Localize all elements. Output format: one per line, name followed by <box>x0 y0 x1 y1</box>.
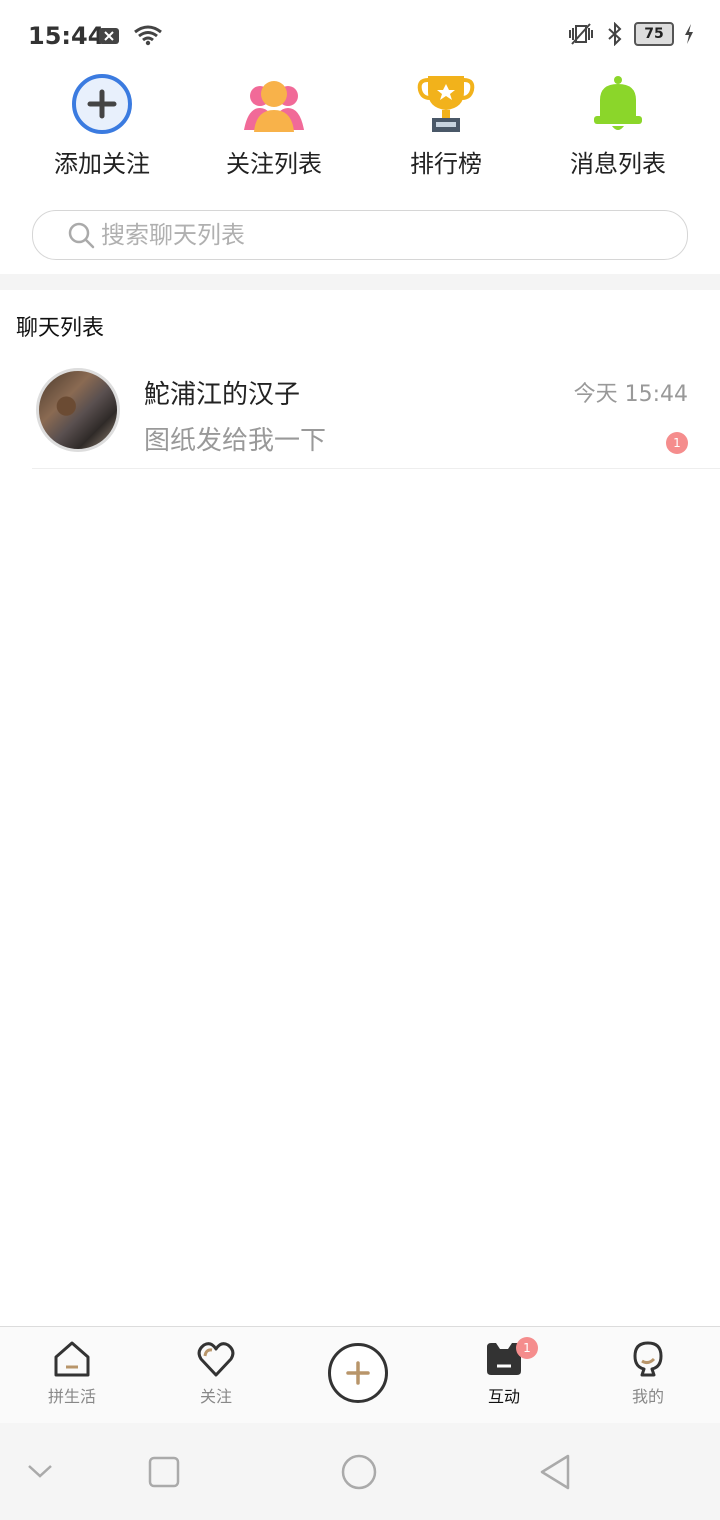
add-circle-icon <box>72 74 132 134</box>
tab-badge: 1 <box>516 1337 538 1359</box>
quick-actions: 添加关注 关注列表 排行榜 消息列表 <box>0 70 720 190</box>
battery-level: 75 <box>634 22 674 46</box>
quick-action-follow-list[interactable]: 关注列表 <box>194 72 354 179</box>
chat-item-divider <box>32 468 720 469</box>
bell-icon <box>594 76 642 130</box>
profile-icon <box>633 1341 663 1377</box>
vibrate-icon <box>569 23 593 45</box>
trophy-icon <box>417 76 475 132</box>
chat-section-title: 聊天列表 <box>16 316 105 341</box>
bluetooth-icon <box>608 22 622 46</box>
quick-action-label: 添加关注 <box>54 150 150 178</box>
unread-badge: 1 <box>666 432 688 454</box>
quick-action-label: 关注列表 <box>226 150 322 178</box>
status-bar: 15:44 75 <box>0 0 720 72</box>
plus-icon <box>346 1361 370 1385</box>
chat-list-item[interactable]: 鮀浦江的汉子 今天 15:44 图纸发给我一下 1 <box>0 360 720 470</box>
quick-action-add-follow[interactable]: 添加关注 <box>22 72 182 179</box>
publish-plus-button[interactable] <box>328 1343 388 1403</box>
tab-follow[interactable]: 关注 <box>166 1339 266 1407</box>
home-nav-icon[interactable] <box>340 1453 378 1491</box>
status-right: 75 <box>566 22 694 46</box>
search-box[interactable] <box>32 210 688 260</box>
bottom-tab-bar: 拼生活 关注 互动 1 我的 <box>0 1326 720 1423</box>
tab-label: 拼生活 <box>47 1387 96 1406</box>
heart-icon <box>197 1342 235 1377</box>
tab-interaction[interactable]: 互动 <box>454 1339 554 1407</box>
chat-timestamp: 今天 15:44 <box>573 382 688 407</box>
chevron-down-icon[interactable] <box>26 1461 54 1481</box>
section-divider <box>0 274 720 290</box>
status-left-icons <box>98 24 163 50</box>
charging-icon <box>685 24 693 44</box>
users-icon <box>244 81 304 132</box>
wifi-icon <box>134 25 163 46</box>
tab-mine[interactable]: 我的 <box>598 1339 698 1407</box>
chat-message-preview: 图纸发给我一下 <box>144 426 327 456</box>
quick-action-message-list[interactable]: 消息列表 <box>538 72 698 179</box>
search-input[interactable] <box>99 220 663 250</box>
back-nav-icon[interactable] <box>538 1453 574 1491</box>
tab-label: 互动 <box>487 1387 520 1406</box>
quick-action-label: 消息列表 <box>570 150 666 178</box>
tab-life[interactable]: 拼生活 <box>22 1339 122 1407</box>
search-icon <box>68 222 95 249</box>
recent-apps-icon[interactable] <box>148 1456 180 1488</box>
quick-action-label: 排行榜 <box>410 150 482 178</box>
quick-action-leaderboard[interactable]: 排行榜 <box>366 72 526 179</box>
system-nav-bar <box>0 1423 720 1520</box>
avatar <box>36 368 120 452</box>
tab-label: 我的 <box>631 1387 664 1406</box>
chat-contact-name: 鮀浦江的汉子 <box>144 380 301 410</box>
notification-x-icon <box>99 28 119 44</box>
tab-label: 关注 <box>199 1387 232 1406</box>
home-icon <box>54 1341 90 1377</box>
status-time: 15:44 <box>28 22 105 50</box>
